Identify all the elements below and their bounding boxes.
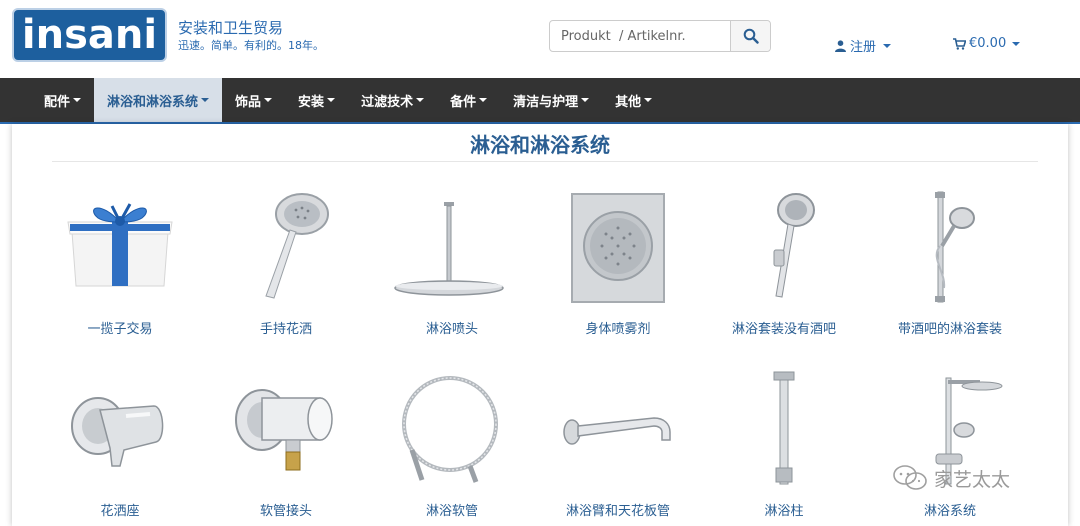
nav-item-other[interactable]: 其他 [602,78,665,122]
main-navbar: 配件 淋浴和淋浴系统 饰品 安装 过滤技术 备件 清洁与护理 其他 [0,78,1080,122]
account-label: 注册 [850,40,877,55]
nav-item-decor[interactable]: 饰品 [222,78,285,122]
tagline-subtitle: 迅速。简单。有利的。18年。 [178,39,324,52]
search-button[interactable] [730,21,770,51]
chevron-down-icon [73,98,82,102]
category-card[interactable]: 淋浴喷头 [377,188,527,337]
category-card[interactable]: 身体喷雾剂 [543,188,693,337]
search-input[interactable] [550,21,732,51]
category-card[interactable]: 手持花洒 [211,188,361,337]
nav-label: 配件 [44,94,71,110]
category-label: 一揽子交易 [87,322,153,337]
category-label: 淋浴套装没有酒吧 [731,322,836,337]
search-form [549,20,771,52]
nav-item-filtration[interactable]: 过滤技术 [348,78,437,122]
nav-item-cleaning[interactable]: 清洁与护理 [500,78,602,122]
gift-box-image [60,188,180,306]
category-card[interactable]: 淋浴套装没有酒吧 [709,188,859,337]
nav-label: 安装 [298,94,325,110]
nav-item-accessories[interactable]: 配件 [31,78,94,122]
account-menu[interactable]: 注册 [835,36,892,55]
nav-item-spare-parts[interactable]: 备件 [437,78,500,122]
chevron-down-icon [327,98,336,102]
site-logo[interactable]: insani [12,8,167,62]
chevron-down-icon [479,98,488,102]
category-label: 身体喷雾剂 [585,322,651,337]
shower-arm-image [558,370,678,488]
watermark: 家艺太太 [892,464,1010,492]
category-label: 带酒吧的淋浴套装 [897,322,1002,337]
category-card[interactable]: 淋浴臂和天花板管 [543,370,693,519]
category-label: 淋浴系统 [923,504,976,519]
category-label: 淋浴柱 [764,504,804,519]
chevron-down-icon [201,98,210,102]
nav-label: 饰品 [235,94,262,110]
category-label: 手持花洒 [259,322,312,337]
body-spray-image [558,188,678,306]
category-card[interactable]: 淋浴系统 [875,370,1025,519]
nav-label: 淋浴和淋浴系统 [107,94,199,110]
category-card[interactable]: 淋浴软管 [377,370,527,519]
watermark-text: 家艺太太 [934,468,1011,491]
cart-total: €0.00 [969,36,1007,51]
site-header: insani 安装和卫生贸易 迅速。简单。有利的。18年。 注册 €0.00 [0,0,1080,78]
category-label: 软管接头 [259,504,312,519]
chevron-down-icon [416,98,425,102]
nav-item-showers[interactable]: 淋浴和淋浴系统 [94,78,223,122]
category-label: 淋浴臂和天花板管 [565,504,670,519]
top-utility-strip [800,0,1000,2]
nav-label: 备件 [450,94,477,110]
hand-shower-image [226,188,346,306]
chat-bubble-icon [893,465,927,490]
category-card[interactable]: 一揽子交易 [45,188,195,337]
tagline-title: 安装和卫生贸易 [178,19,284,37]
nav-label: 其他 [615,94,642,110]
hose-connector-image [226,370,346,488]
shower-hose-image [392,370,512,488]
chevron-down-icon [581,98,590,102]
overhead-shower-image [392,188,512,306]
chevron-down-icon [883,43,892,48]
shower-column-image [724,370,844,488]
logo-text: insani [21,12,158,58]
cart-icon [953,37,966,50]
shower-holder-image [60,370,180,488]
category-card[interactable]: 淋浴柱 [709,370,859,519]
nav-label: 清洁与护理 [513,94,579,110]
cart-menu[interactable]: €0.00 [953,36,1021,51]
hand-shower-holder-image [724,188,844,306]
chevron-down-icon [264,98,273,102]
category-label: 花洒座 [100,504,140,519]
category-label: 淋浴喷头 [425,322,478,337]
user-icon [835,39,846,52]
nav-label: 过滤技术 [361,94,414,110]
category-card[interactable]: 带酒吧的淋浴套装 [875,188,1025,337]
category-card[interactable]: 花洒座 [45,370,195,519]
chevron-down-icon [644,98,653,102]
nav-item-installation[interactable]: 安装 [285,78,348,122]
chevron-down-icon [1012,41,1021,46]
category-label: 淋浴软管 [425,504,478,519]
shower-bar-set-image [890,188,1010,306]
category-card[interactable]: 软管接头 [211,370,361,519]
search-icon [743,28,759,44]
